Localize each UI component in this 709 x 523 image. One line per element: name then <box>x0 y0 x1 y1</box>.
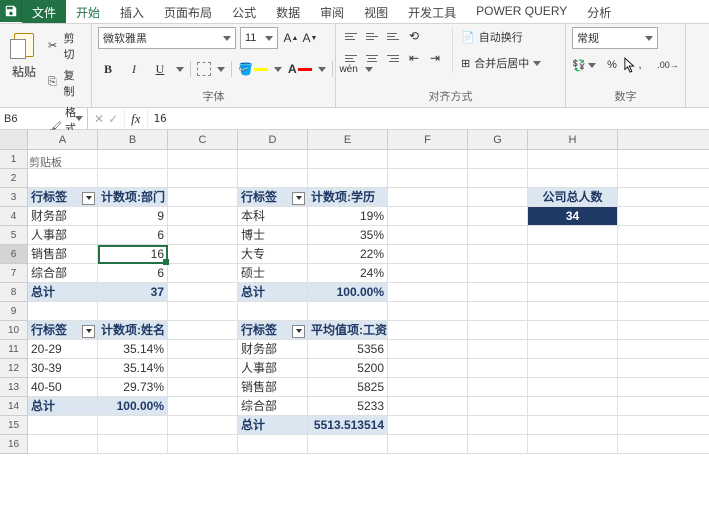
align-bottom-button[interactable] <box>384 27 402 45</box>
align-top-button[interactable] <box>342 27 360 45</box>
orientation-button[interactable]: ⟲ <box>405 27 423 45</box>
col-header[interactable]: B <box>98 130 168 149</box>
align-left-button[interactable] <box>342 49 360 67</box>
col-header[interactable]: E <box>308 130 388 149</box>
increase-decimal-button[interactable]: .00→ <box>656 55 680 75</box>
tab-analyze[interactable]: 分析 <box>577 0 621 23</box>
pivot-row-label-header[interactable]: 行标签 <box>238 188 308 206</box>
worksheet: A B C D E F G H 1 2 3 4 5 6 7 8 9 10 11 … <box>0 130 709 454</box>
column-headers: A B C D E F G H <box>0 130 709 150</box>
tab-view[interactable]: 视图 <box>354 0 398 23</box>
row-header[interactable]: 11 <box>0 340 28 359</box>
pivot-row-label-header[interactable]: 行标签 <box>238 321 308 339</box>
tab-powerquery[interactable]: POWER QUERY <box>466 0 577 23</box>
name-box[interactable]: B6 <box>0 108 88 129</box>
decrease-indent-button[interactable]: ⇤ <box>405 49 423 67</box>
save-icon[interactable] <box>0 0 22 22</box>
col-header[interactable]: F <box>388 130 468 149</box>
pivot-value-header: 计数项:部门 <box>98 188 168 206</box>
select-all-button[interactable] <box>0 130 28 149</box>
font-color-button[interactable]: A <box>288 62 312 76</box>
col-header[interactable]: A <box>28 130 98 149</box>
font-color-dropdown[interactable] <box>318 67 326 72</box>
row-header[interactable]: 2 <box>0 169 28 188</box>
align-right-button[interactable] <box>384 49 402 67</box>
row-header[interactable]: 14 <box>0 397 28 416</box>
cell-grid[interactable]: 行标签 计数项:部门 行标签 计数项:学历 公司总人数 财务部 9 本科 19%… <box>28 150 709 454</box>
ribbon-tabs: 文件 开始 插入 页面布局 公式 数据 审阅 视图 开发工具 POWER QUE… <box>0 0 709 24</box>
tab-insert[interactable]: 插入 <box>110 0 154 23</box>
wrap-text-button[interactable]: 📄自动换行 <box>459 27 543 47</box>
row-header[interactable]: 12 <box>0 359 28 378</box>
comma-button[interactable]: , <box>628 55 652 75</box>
formula-input[interactable]: 16 <box>148 108 709 129</box>
underline-button[interactable]: U <box>150 59 170 79</box>
row-header[interactable]: 1 <box>0 150 28 169</box>
tab-file[interactable]: 文件 <box>22 0 66 23</box>
row-header[interactable]: 9 <box>0 302 28 321</box>
row-headers: 1 2 3 4 5 6 7 8 9 10 11 12 13 14 15 16 <box>0 150 28 454</box>
row-header[interactable]: 3 <box>0 188 28 207</box>
cut-button[interactable]: ✂剪切 <box>46 29 85 63</box>
font-size-select[interactable]: 11 <box>240 27 278 49</box>
row-header[interactable]: 4 <box>0 207 28 226</box>
font-group-label: 字体 <box>98 87 329 104</box>
paste-button[interactable]: 粘贴 <box>6 27 42 84</box>
number-format-select[interactable]: 常规 <box>572 27 658 49</box>
font-name-select[interactable]: 微软雅黑 <box>98 27 236 49</box>
row-header[interactable]: 8 <box>0 283 28 302</box>
row-header[interactable]: 6 <box>0 245 28 264</box>
col-header[interactable]: D <box>238 130 308 149</box>
company-total-header: 公司总人数 <box>528 188 618 206</box>
underline-dropdown[interactable] <box>176 67 184 72</box>
copy-button[interactable]: ⎘复制 <box>46 66 85 100</box>
pivot-value-header: 平均值项:工资 <box>308 321 388 339</box>
border-dropdown[interactable] <box>217 67 225 72</box>
number-group-label: 数字 <box>572 87 679 104</box>
tab-home[interactable]: 开始 <box>66 0 110 23</box>
tab-review[interactable]: 审阅 <box>310 0 354 23</box>
fill-color-button[interactable]: 🪣 <box>238 62 268 76</box>
col-header[interactable]: C <box>168 130 238 149</box>
accept-formula-icon[interactable]: ✓ <box>108 112 118 126</box>
tab-data[interactable]: 数据 <box>266 0 310 23</box>
row-header[interactable]: 7 <box>0 264 28 283</box>
row-header[interactable]: 15 <box>0 416 28 435</box>
cancel-formula-icon[interactable]: ✕ <box>94 112 104 126</box>
increase-font-button[interactable]: A▲ <box>282 27 300 49</box>
col-header[interactable]: H <box>528 130 618 149</box>
accounting-format-button[interactable]: 💱 <box>572 55 596 75</box>
row-header[interactable]: 13 <box>0 378 28 397</box>
company-total-value: 34 <box>528 207 618 225</box>
formula-bar: B6 ✕ ✓ fx 16 <box>0 108 709 130</box>
paste-label: 粘贴 <box>12 63 36 80</box>
pivot-row-label-header[interactable]: 行标签 <box>28 321 98 339</box>
tab-dev[interactable]: 开发工具 <box>398 0 466 23</box>
col-header[interactable]: G <box>468 130 528 149</box>
align-group-label: 对齐方式 <box>342 87 559 104</box>
decrease-font-button[interactable]: A▼ <box>301 27 319 49</box>
align-middle-button[interactable] <box>363 27 381 45</box>
tab-formula[interactable]: 公式 <box>222 0 266 23</box>
increase-indent-button[interactable]: ⇥ <box>426 49 444 67</box>
fill-color-dropdown[interactable] <box>274 67 282 72</box>
percent-button[interactable]: % <box>600 55 624 75</box>
tab-layout[interactable]: 页面布局 <box>154 0 222 23</box>
row-header[interactable]: 16 <box>0 435 28 454</box>
align-center-button[interactable] <box>363 49 381 67</box>
row-header[interactable]: 10 <box>0 321 28 340</box>
border-button[interactable] <box>197 62 211 76</box>
merge-center-button[interactable]: ⊞合并后居中 <box>459 53 543 73</box>
pivot-row-label-header[interactable]: 行标签 <box>28 188 98 206</box>
pivot-value-header: 计数项:学历 <box>308 188 388 206</box>
ribbon: 粘贴 ✂剪切 ⎘复制 🖌格式刷 剪贴板 微软雅黑 11 A▲ A▼ B I <box>0 24 709 108</box>
row-header[interactable]: 5 <box>0 226 28 245</box>
italic-button[interactable]: I <box>124 59 144 79</box>
fx-icon[interactable]: fx <box>125 108 147 129</box>
pivot-value-header: 计数项:姓名 <box>98 321 168 339</box>
bold-button[interactable]: B <box>98 59 118 79</box>
